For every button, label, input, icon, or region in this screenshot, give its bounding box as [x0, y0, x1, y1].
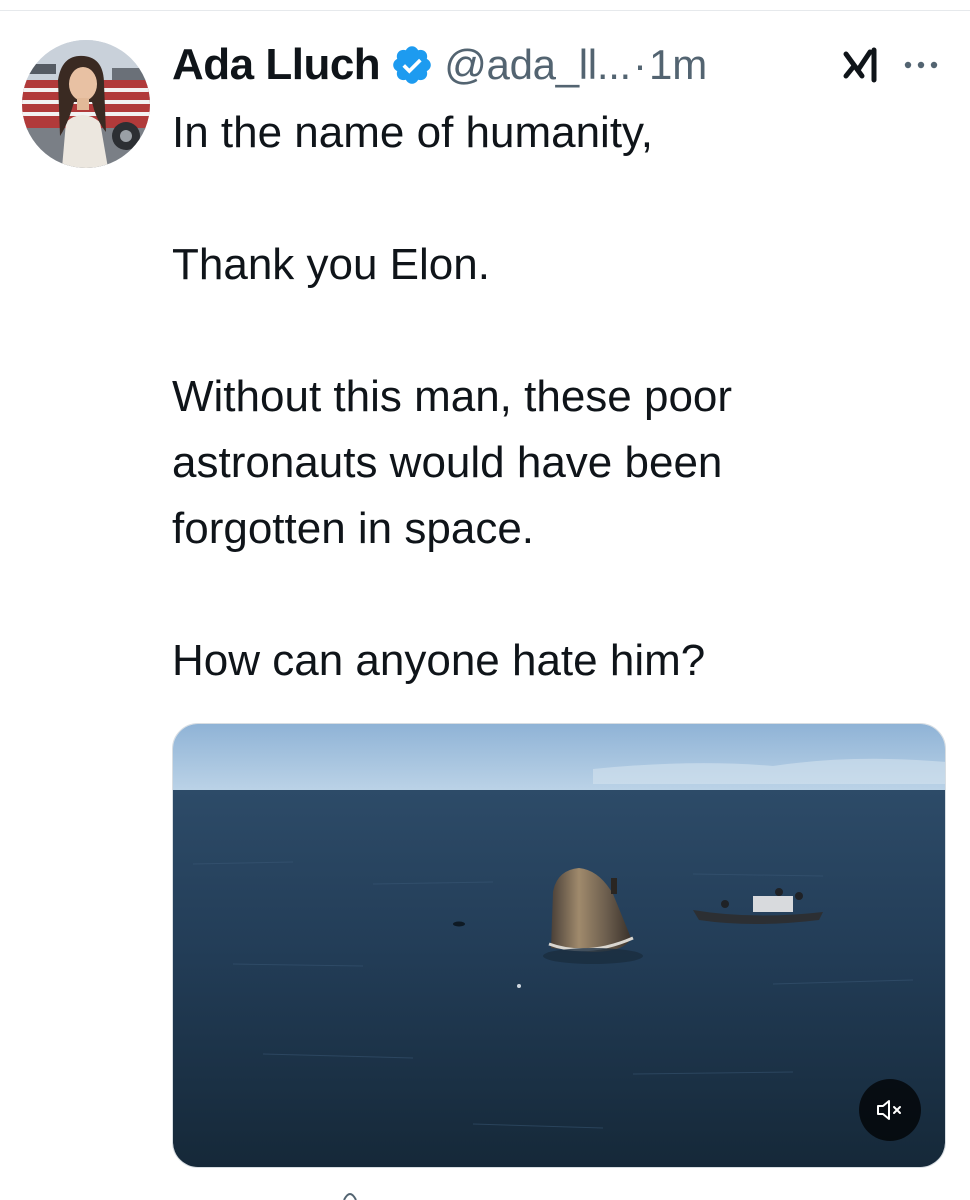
- avatar[interactable]: [22, 40, 150, 168]
- handle[interactable]: @ada_ll...: [444, 41, 631, 89]
- more-options-icon[interactable]: [900, 48, 942, 82]
- tweet-text: In the name of humanity, Thank you Elon.…: [172, 100, 932, 694]
- tweet-header: Ada Lluch @ada_ll... · 1m: [172, 36, 707, 94]
- separator-dot: ·: [632, 41, 647, 88]
- grok-icon[interactable]: [840, 42, 886, 88]
- video-frame: [173, 724, 945, 1167]
- mute-icon: [877, 1100, 901, 1120]
- avatar-photo: [22, 40, 150, 168]
- mute-button[interactable]: [859, 1079, 921, 1141]
- tweet-text-line: Thank you Elon.: [172, 240, 490, 289]
- tweet-video[interactable]: [172, 723, 946, 1168]
- tweet-text-line: In the name of humanity,: [172, 108, 654, 157]
- tweet-text-line: How can anyone hate him?: [172, 636, 706, 685]
- partial-action-icon: [343, 1193, 357, 1200]
- tweet-text-line: Without this man, these poor astronauts …: [172, 372, 733, 553]
- timestamp[interactable]: 1m: [649, 41, 707, 89]
- display-name[interactable]: Ada Lluch: [172, 40, 381, 90]
- verified-badge-icon[interactable]: [390, 43, 434, 87]
- tweet[interactable]: Ada Lluch @ada_ll... · 1m In the name of…: [0, 0, 970, 1200]
